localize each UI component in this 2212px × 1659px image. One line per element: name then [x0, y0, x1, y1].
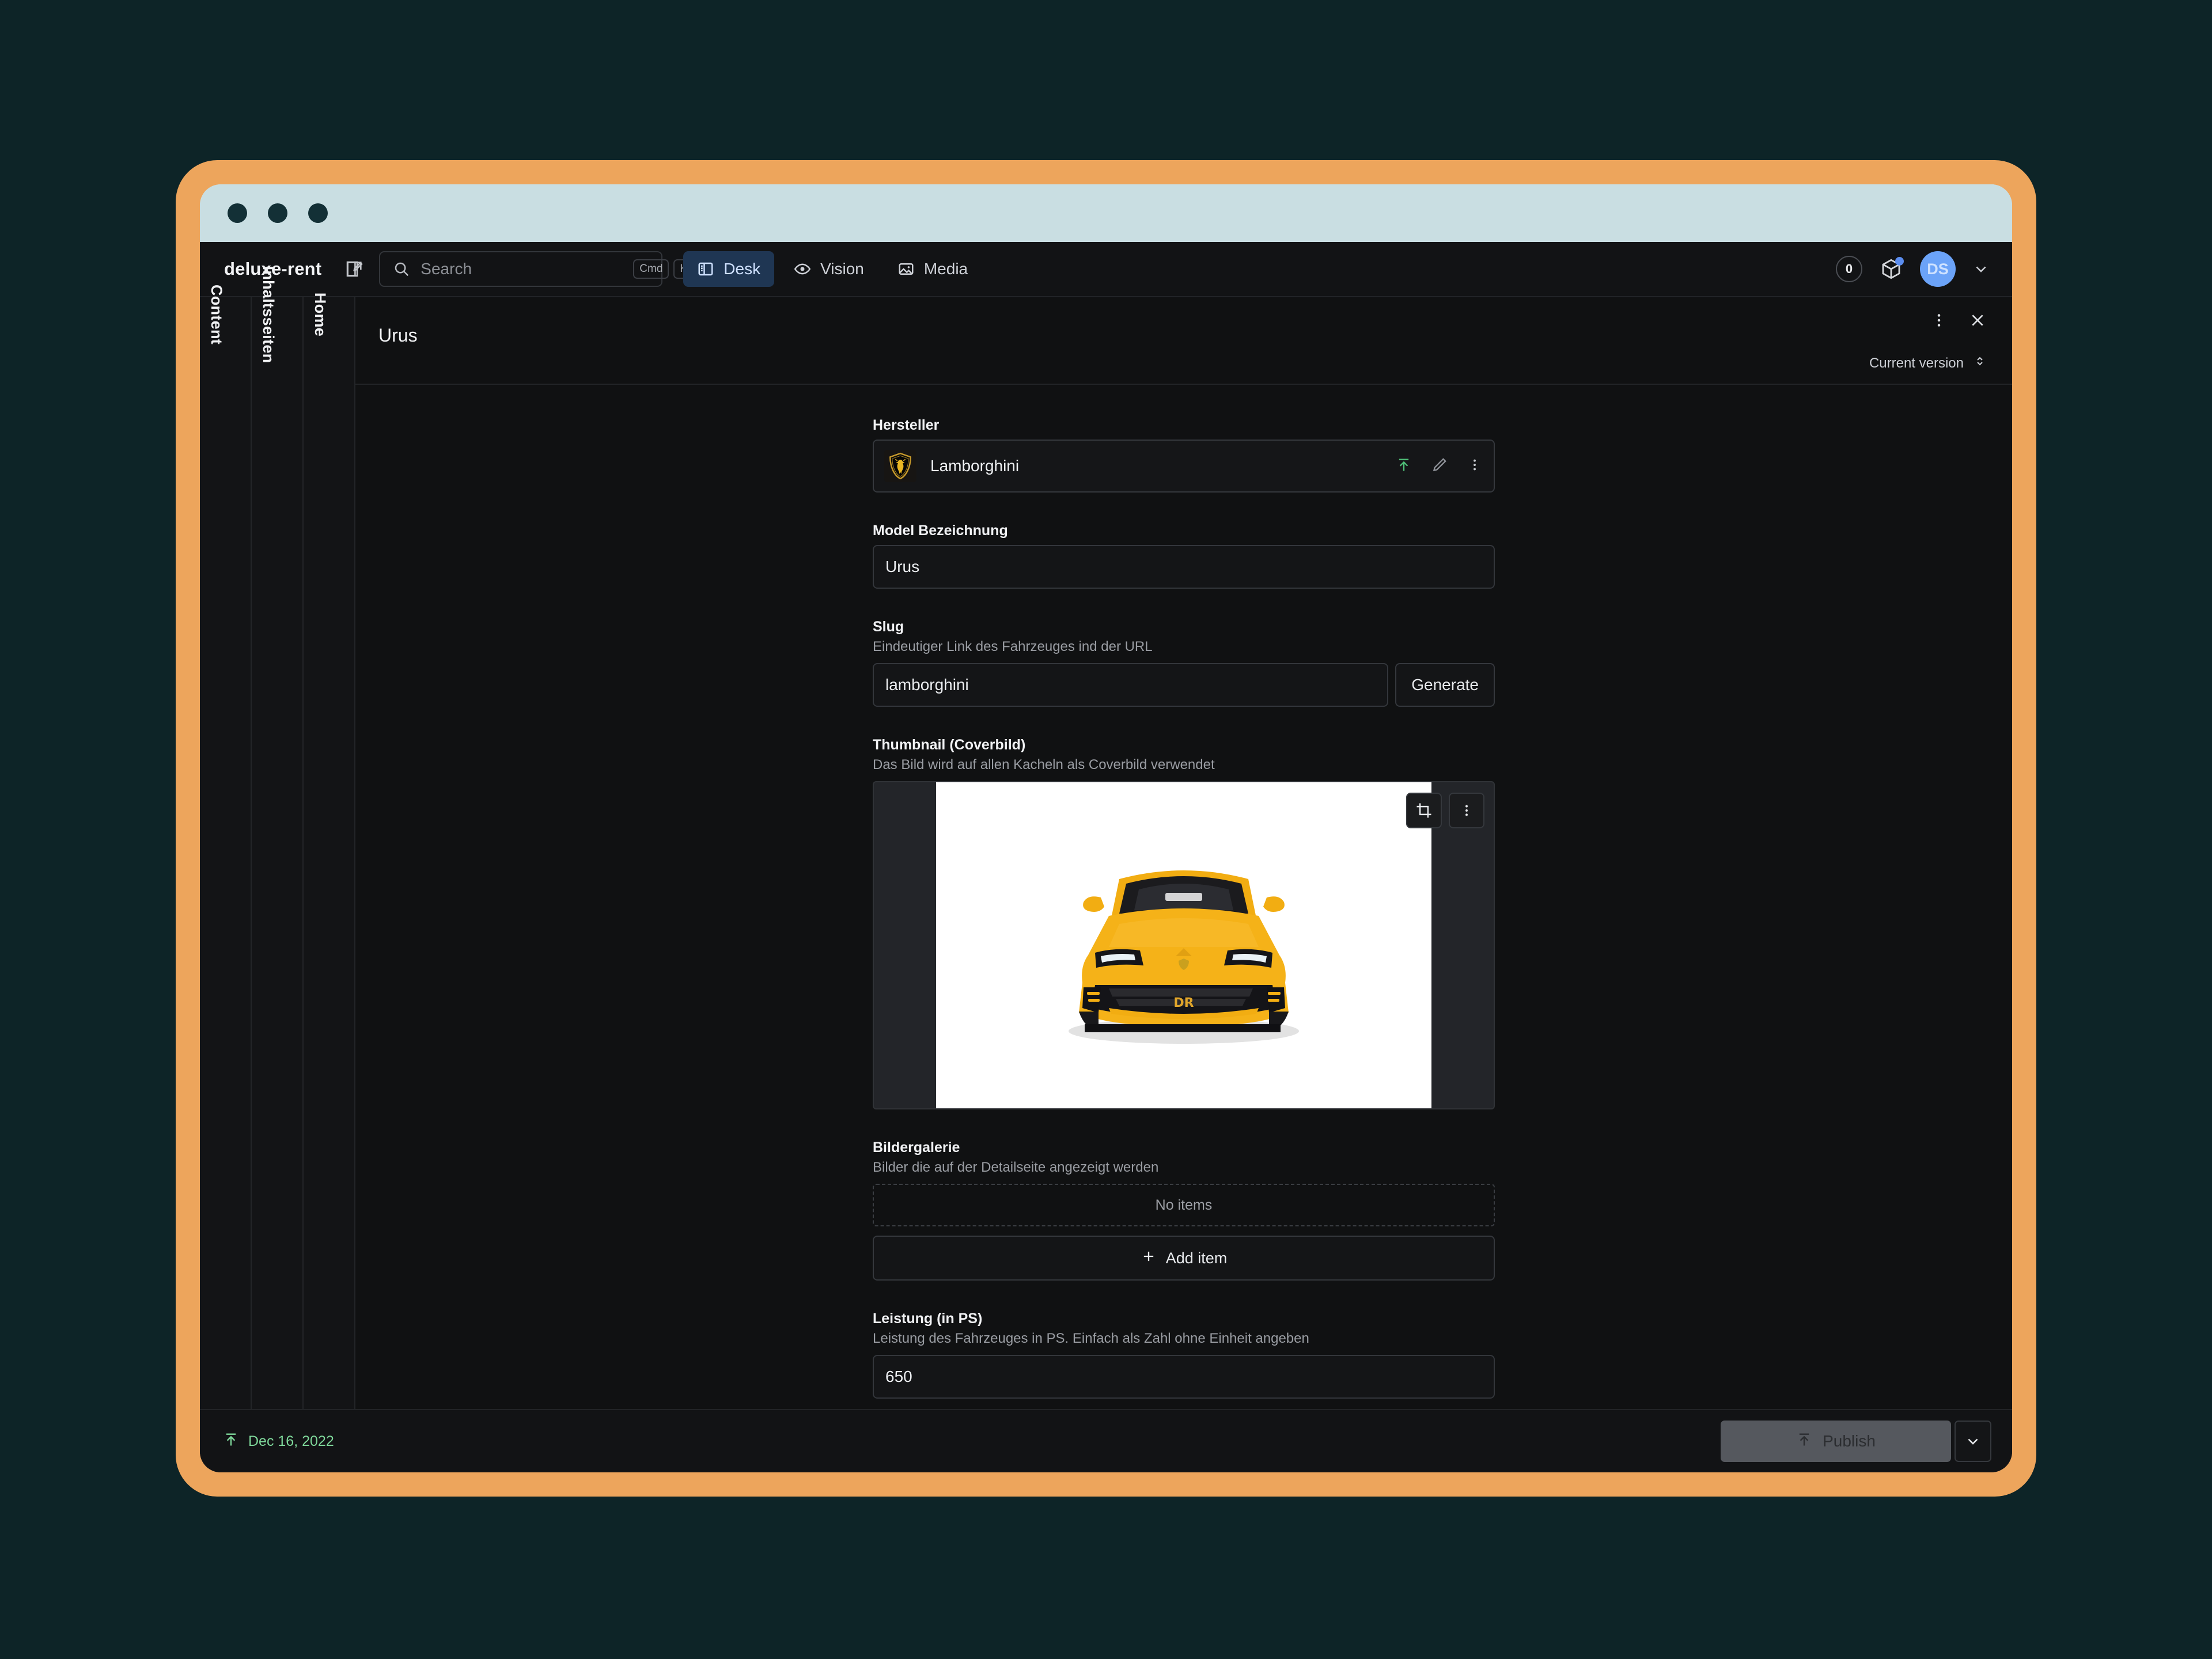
field-thumbnail: Thumbnail (Coverbild) Das Bild wird auf … [873, 737, 1495, 1109]
tab-media[interactable]: Media [884, 251, 982, 287]
close-window-button[interactable] [228, 203, 247, 223]
field-gallery-description: Bilder die auf der Detailseite angezeigt… [873, 1160, 1159, 1175]
reference-actions [1396, 457, 1482, 476]
reference-title: Lamborghini [930, 457, 1020, 475]
kebab-menu-icon[interactable] [1449, 793, 1484, 828]
model-input[interactable] [873, 545, 1495, 589]
slug-row: Generate [873, 663, 1495, 707]
nav-tabs: Desk Vision Media [683, 251, 982, 287]
pane-content[interactable]: Content [200, 285, 252, 1409]
add-item-button[interactable]: Add item [873, 1236, 1495, 1281]
generate-slug-button[interactable]: Generate [1395, 663, 1495, 707]
page-title: Urus [378, 324, 418, 346]
document-editor-pane: Urus Current version Hersteller Lamborgh… [355, 297, 2012, 1409]
document-footer: Dec 16, 2022 Publish [200, 1409, 2012, 1472]
publish-arrow-icon [1796, 1431, 1812, 1452]
browser-frame: deluxe-rent Cmd [176, 160, 2036, 1497]
reference-row[interactable]: Lamborghini [873, 440, 1495, 493]
pane-content-label: Content [208, 284, 225, 345]
tab-vision-label: Vision [820, 260, 864, 278]
pane-home[interactable]: Home [304, 293, 355, 1409]
footer-actions: Publish [1721, 1421, 1991, 1462]
pane-home-label: Home [312, 292, 329, 337]
compose-icon[interactable] [339, 253, 370, 285]
document-form-scroll[interactable]: Hersteller Lamborghini Model Bezeichnung… [355, 385, 2012, 1409]
workspace-body: Content Inhaltsseiten Home Urus Current … [200, 266, 2012, 1409]
minimize-window-button[interactable] [268, 203, 287, 223]
top-navbar: deluxe-rent Cmd [200, 242, 2012, 297]
publish-options-button[interactable] [1955, 1421, 1991, 1462]
document-header-actions [1930, 311, 1987, 332]
version-selector[interactable]: Current version [1869, 354, 1987, 372]
tab-desk[interactable]: Desk [683, 251, 775, 287]
notification-dot [1895, 257, 1904, 266]
field-leistung-description: Leistung des Fahrzeuges in PS. Einfach a… [873, 1331, 1309, 1346]
svg-text:DR: DR [1173, 996, 1194, 1010]
window-titlebar [200, 184, 2012, 242]
chevron-down-icon[interactable] [1973, 261, 1989, 277]
status-badge[interactable]: 0 [1836, 256, 1862, 282]
publish-arrow-icon [223, 1431, 239, 1452]
field-slug: Slug Eindeutiger Link des Fahrzeuges ind… [873, 619, 1495, 707]
search-input[interactable] [421, 260, 629, 278]
lamborghini-shield-icon [884, 450, 916, 482]
slug-input[interactable] [873, 663, 1389, 707]
studio-app: deluxe-rent Cmd [200, 242, 2012, 1472]
field-leistung: Leistung (in PS) Leistung des Fahrzeuges… [873, 1310, 1495, 1399]
avatar[interactable]: DS [1920, 251, 1956, 287]
field-thumbnail-label: Thumbnail (Coverbild) [873, 737, 1026, 753]
pane-inhaltsseiten-label: Inhaltsseiten [260, 266, 277, 363]
field-thumbnail-description: Das Bild wird auf allen Kacheln als Cove… [873, 757, 1215, 772]
field-hersteller-label: Hersteller [873, 417, 940, 433]
tab-vision[interactable]: Vision [780, 251, 878, 287]
pane-inhaltsseiten[interactable]: Inhaltsseiten [252, 266, 304, 1409]
field-slug-label: Slug [873, 619, 904, 635]
image-icon [897, 260, 915, 278]
search-icon [393, 260, 410, 278]
thumbnail-preview[interactable]: DR [873, 781, 1495, 1109]
pencil-icon[interactable] [1431, 457, 1448, 476]
crop-icon[interactable] [1406, 793, 1442, 828]
close-icon[interactable] [1968, 311, 1987, 332]
thumbnail-image: DR [936, 782, 1431, 1108]
publish-button[interactable]: Publish [1721, 1421, 1951, 1462]
publish-status: Dec 16, 2022 [223, 1431, 334, 1452]
tab-desk-label: Desk [724, 260, 761, 278]
field-model-label: Model Bezeichnung [873, 522, 1008, 539]
field-slug-description: Eindeutiger Link des Fahrzeuges ind der … [873, 639, 1153, 654]
eye-icon [794, 260, 811, 278]
kebab-menu-icon[interactable] [1467, 457, 1482, 475]
field-leistung-label: Leistung (in PS) [873, 1310, 983, 1327]
field-hersteller: Hersteller Lamborghini [873, 417, 1495, 493]
navbar-right-group: 0 DS [1836, 251, 1994, 287]
publish-button-label: Publish [1823, 1432, 1876, 1450]
tab-media-label: Media [923, 260, 968, 278]
version-label: Current version [1869, 355, 1964, 371]
thumbnail-overlay-actions [1406, 793, 1484, 828]
search-box[interactable]: Cmd K [379, 251, 694, 287]
leistung-input[interactable] [873, 1355, 1495, 1399]
add-item-label: Add item [1165, 1249, 1228, 1267]
desk-icon [697, 260, 714, 278]
package-icon[interactable] [1880, 257, 1904, 281]
field-bildergalerie: Bildergalerie Bilder die auf der Details… [873, 1139, 1495, 1281]
publish-arrow-icon[interactable] [1396, 457, 1412, 476]
zoom-window-button[interactable] [308, 203, 328, 223]
gallery-empty-state: No items [873, 1184, 1495, 1226]
document-header: Urus Current version [355, 297, 2012, 385]
chevron-updown-icon [1973, 354, 1987, 372]
search-shortcut-mod: Cmd [633, 259, 669, 279]
kebab-menu-icon[interactable] [1930, 312, 1948, 332]
field-model-bezeichnung: Model Bezeichnung [873, 522, 1495, 589]
field-gallery-label: Bildergalerie [873, 1139, 960, 1156]
document-form: Hersteller Lamborghini Model Bezeichnung… [873, 417, 1495, 1409]
browser-window: deluxe-rent Cmd [200, 184, 2012, 1472]
publish-date: Dec 16, 2022 [248, 1433, 334, 1449]
plus-icon [1141, 1248, 1157, 1268]
